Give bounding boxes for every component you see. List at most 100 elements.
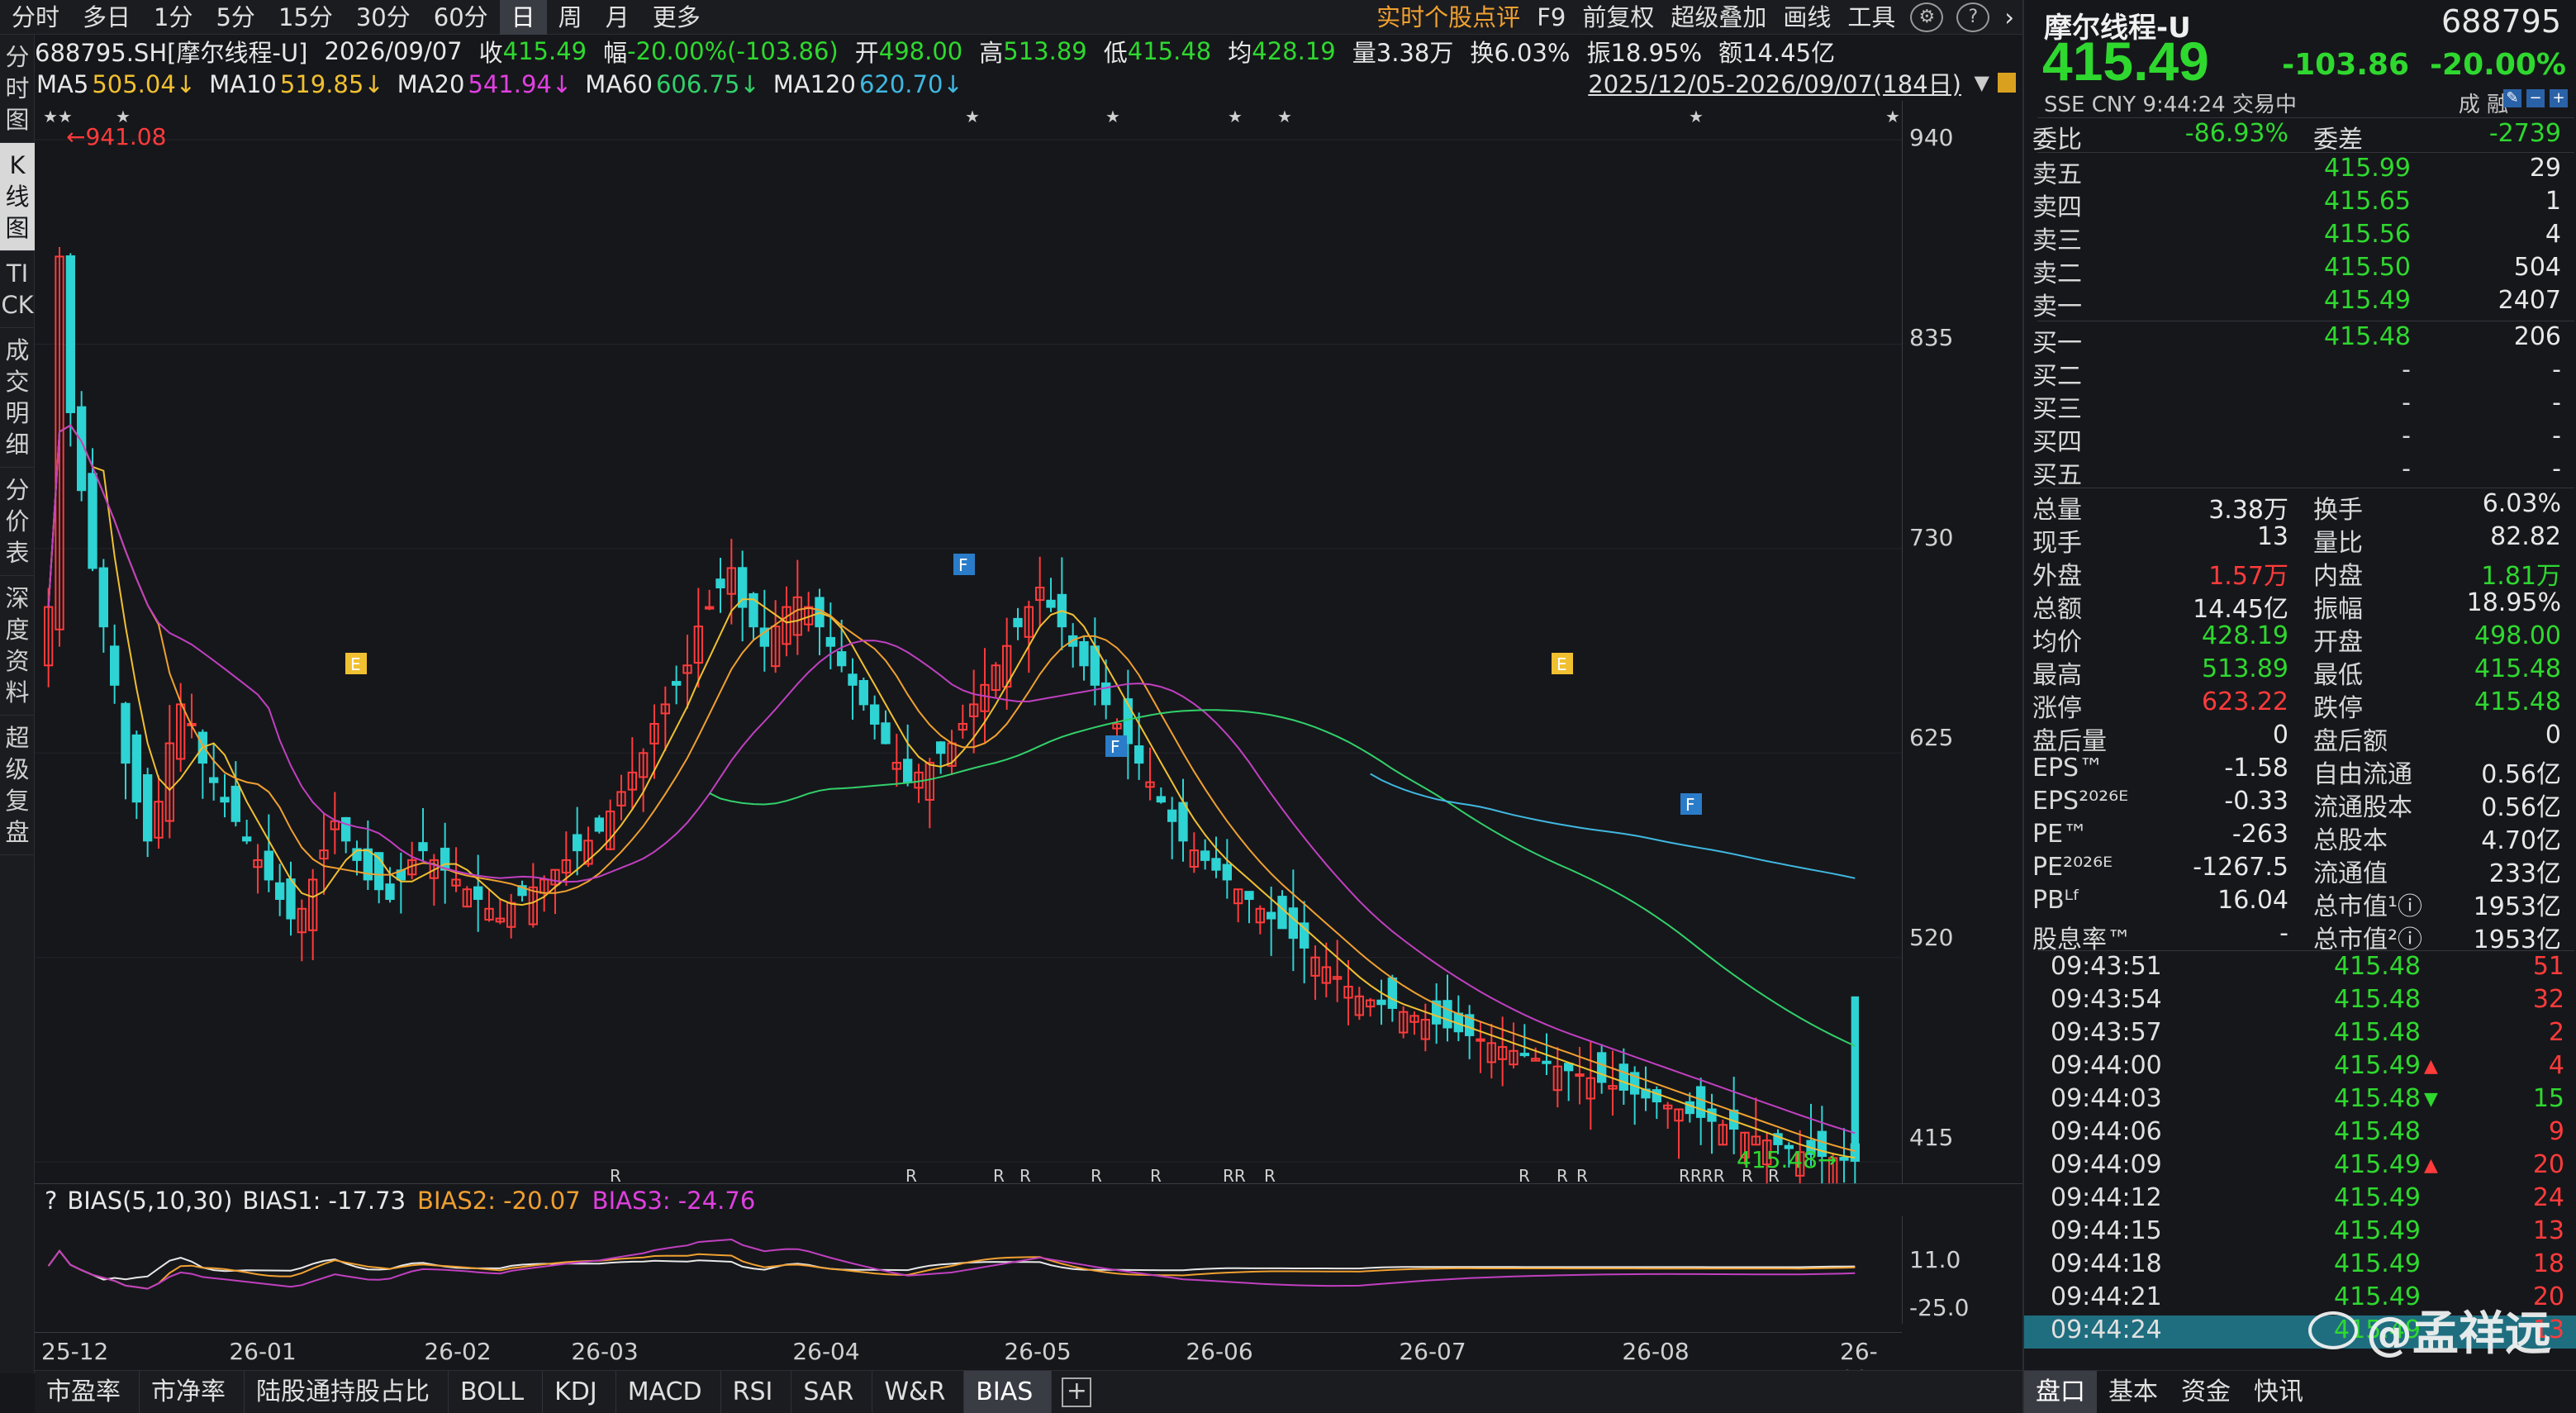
minus-icon[interactable]: − <box>2526 89 2545 107</box>
tab-1min[interactable]: 1分 <box>142 0 204 35</box>
amount-value: 额14.45亿 <box>1718 39 1836 67</box>
ask-label: 卖一 <box>2032 293 2082 321</box>
tab-wr[interactable]: W&R <box>872 1370 965 1413</box>
ask-price: 415.49 <box>2324 286 2411 315</box>
help-icon[interactable]: ? <box>1956 2 1990 32</box>
bid-price: - <box>2402 421 2411 450</box>
tick-time: 09:43:57 <box>2051 1018 2162 1047</box>
tab-macd[interactable]: MACD <box>616 1370 721 1413</box>
r-marker: RR <box>1223 1166 1246 1183</box>
tick-volume: 15 <box>2532 1084 2564 1113</box>
tab-sar[interactable]: SAR <box>791 1370 873 1413</box>
candle-body <box>1167 809 1177 822</box>
bid-price: - <box>2402 388 2411 417</box>
candle-body <box>110 645 120 686</box>
stat-label: 总额 <box>2032 595 2082 624</box>
date-tick: 25-12 <box>41 1338 109 1365</box>
nav-kline[interactable]: K线图 <box>0 143 35 251</box>
gear-icon[interactable]: ⚙ <box>1910 2 1944 32</box>
tab-5min[interactable]: 5分 <box>204 0 266 35</box>
tab-15min[interactable]: 15分 <box>267 0 345 35</box>
nav-fenshi[interactable]: 分时图 <box>0 35 35 143</box>
tab-basic[interactable]: 基本 <box>2097 1371 2170 1413</box>
tab-pb[interactable]: 市净率 <box>140 1370 245 1413</box>
tick-row: 09:44:15 415.49 13 <box>2024 1216 2576 1249</box>
watermark-text: @孟祥远 <box>2366 1307 2551 1361</box>
tab-hk-connect[interactable]: 陆股通持股占比 <box>245 1370 449 1413</box>
bias-question-icon[interactable]: ? <box>45 1187 57 1215</box>
candle-body <box>98 567 108 628</box>
chevron-right-icon[interactable]: › <box>1996 0 2022 35</box>
tick-time: 09:44:24 <box>2051 1315 2162 1344</box>
nav-depth-info[interactable]: 深度资料 <box>0 576 35 716</box>
ma5-label: MA5 <box>36 70 89 98</box>
ask-price: 415.50 <box>2324 253 2411 282</box>
nav-review[interactable]: 超级复盘 <box>0 716 35 855</box>
event-marker-label: E <box>1557 654 1567 674</box>
bid-label: 买二 <box>2032 362 2082 391</box>
date-tick: 26-01 <box>229 1338 297 1365</box>
tab-funds[interactable]: 资金 <box>2170 1371 2242 1413</box>
tools-button[interactable]: 工具 <box>1839 0 1903 35</box>
candle-body <box>220 797 230 803</box>
add-indicator-button[interactable]: + <box>1062 1377 1092 1407</box>
price-change: -103.86 -20.00% <box>2282 48 2566 82</box>
tab-more[interactable]: 更多 <box>641 0 712 35</box>
overlay-button[interactable]: 超级叠加 <box>1662 0 1775 35</box>
plus-icon[interactable]: + <box>2550 89 2568 107</box>
tab-kdj[interactable]: KDJ <box>543 1370 616 1413</box>
candle-body <box>705 606 715 610</box>
tab-month[interactable]: 月 <box>594 0 641 35</box>
bias-chart[interactable] <box>35 1216 1902 1324</box>
tab-30min[interactable]: 30分 <box>345 0 422 35</box>
nav-deals[interactable]: 成交明细 <box>0 328 35 468</box>
high-value: 513.89 <box>1003 37 1087 65</box>
realtime-comment-link[interactable]: 实时个股点评 <box>1368 0 1528 35</box>
candle-body <box>88 473 97 569</box>
stat-label: PE²⁰²⁶ᴱ <box>2032 853 2113 882</box>
nav-tick[interactable]: TICK <box>0 251 35 328</box>
tab-fenshi[interactable]: 分时 <box>0 0 71 35</box>
nav-price-table[interactable]: 分价表 <box>0 468 35 576</box>
tick-row: 09:44:12 415.49 24 <box>2024 1183 2576 1216</box>
tab-news[interactable]: 快讯 <box>2242 1371 2315 1413</box>
star-marker: ★ <box>965 107 980 126</box>
candle-body <box>837 651 847 667</box>
edit-icon[interactable]: ✎ <box>2503 89 2521 107</box>
candle-body <box>1839 1157 1849 1161</box>
tab-week[interactable]: 周 <box>547 0 594 35</box>
ma60-value: 606.75↓ <box>655 70 760 98</box>
tab-multiday[interactable]: 多日 <box>71 0 142 35</box>
stat-value: 623.22 <box>2202 687 2288 716</box>
candle-body <box>363 848 373 881</box>
draw-line-button[interactable]: 画线 <box>1775 0 1839 35</box>
price-tick: 835 <box>1909 324 1954 351</box>
tab-bias[interactable]: BIAS <box>964 1370 1053 1413</box>
tab-pankou[interactable]: 盘口 <box>2024 1370 2097 1413</box>
tab-pe[interactable]: 市盈率 <box>35 1370 140 1413</box>
tab-rsi[interactable]: RSI <box>721 1370 792 1413</box>
lock-icon[interactable] <box>1998 73 2016 93</box>
adjust-button[interactable]: 前复权 <box>1574 0 1662 35</box>
ma10-value: 519.85↓ <box>279 70 384 98</box>
stat-label: 自由流通 <box>2313 760 2412 789</box>
dropdown-icon[interactable]: ▼ <box>1975 71 1989 94</box>
price-tick: 625 <box>1909 724 1954 751</box>
date-range-selector[interactable]: 2025/12/05-2026/09/07(184日) <box>1588 68 1961 101</box>
candle-body <box>1134 745 1144 764</box>
stat-label: 内盘 <box>2313 562 2363 591</box>
candle-body <box>231 785 241 822</box>
tab-day[interactable]: 日 <box>499 0 547 35</box>
tab-boll[interactable]: BOLL <box>449 1370 544 1413</box>
avg-label: 均 <box>1228 39 1252 67</box>
f9-button[interactable]: F9 <box>1528 0 1574 35</box>
candle-body <box>209 777 219 783</box>
stat-label: PE™ <box>2032 820 2089 849</box>
stat-value: 82.82 <box>2490 522 2561 551</box>
event-marker-label: E <box>350 654 361 674</box>
tab-60min[interactable]: 60分 <box>422 0 500 35</box>
tick-time: 09:44:21 <box>2051 1282 2162 1311</box>
stat-label: 总量 <box>2032 496 2082 525</box>
candle-body <box>1696 1086 1706 1118</box>
kline-chart[interactable]: ←941.08415.48→★★ ★ ★ ★ ★ ★ ★ ★EFFEFR R R R R R RR R R R R… <box>35 101 1902 1183</box>
